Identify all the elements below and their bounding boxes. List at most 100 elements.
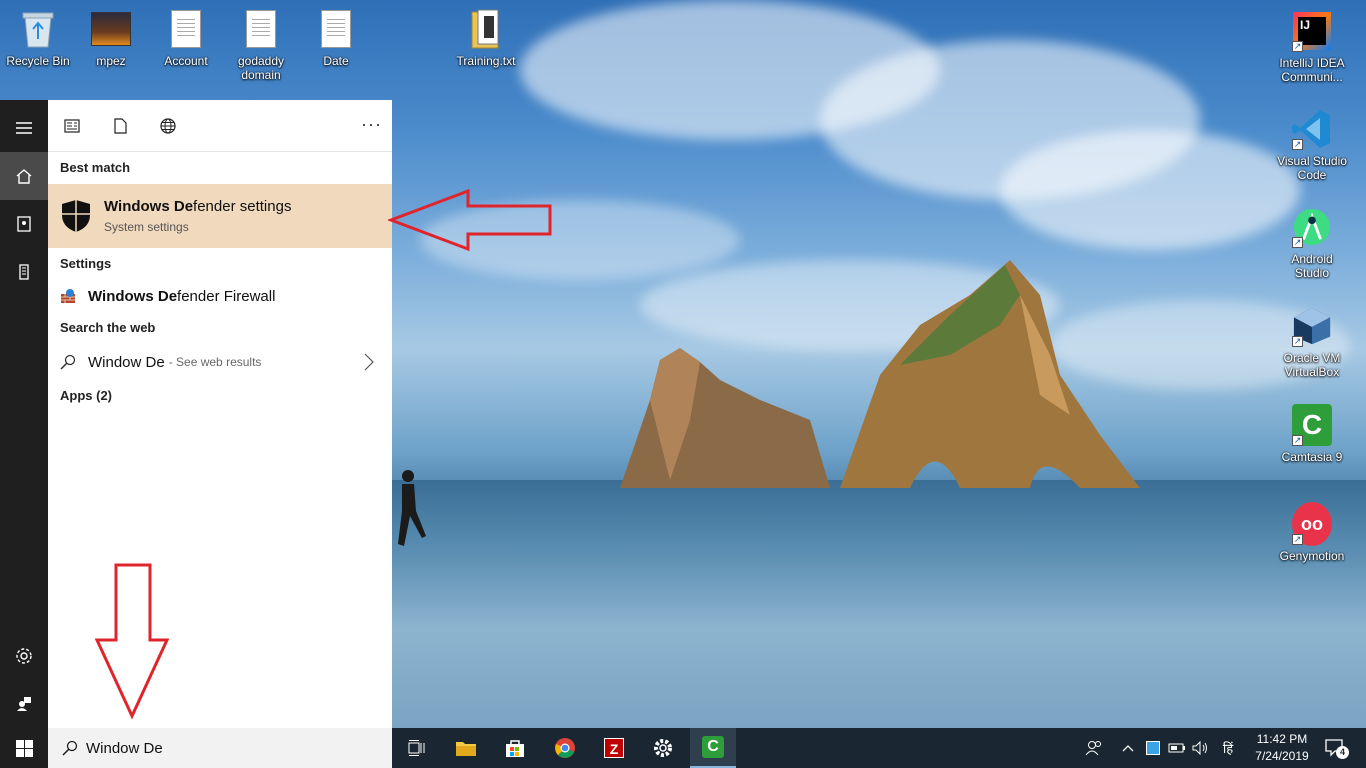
tray-app-button[interactable] — [1142, 728, 1164, 768]
apps-filter-icon — [64, 118, 80, 133]
home-button[interactable] — [0, 152, 48, 200]
battery-icon — [1168, 743, 1185, 753]
annotation-arrow-down — [94, 563, 170, 720]
desktop-icon-intellij[interactable]: IJ ↗ IntelliJ IDEA Communi... — [1274, 10, 1350, 84]
phone-icon — [19, 264, 29, 280]
desktop-icon-label: mpez — [96, 54, 126, 68]
input-language-button[interactable]: हिं — [1216, 728, 1240, 768]
documents-button[interactable] — [0, 200, 48, 248]
more-options-button[interactable]: ··· — [361, 114, 382, 135]
filezilla-button[interactable]: Z — [591, 728, 637, 768]
store-bag-icon — [506, 740, 524, 757]
search-icon — [62, 740, 78, 756]
document-icon — [321, 10, 351, 48]
firewall-title-rest: fender Firewall — [177, 287, 276, 305]
hamburger-icon — [16, 122, 32, 134]
file-explorer-button[interactable] — [443, 728, 489, 768]
apps-filter-button[interactable] — [48, 100, 96, 152]
people-button[interactable] — [1080, 728, 1108, 768]
desktop-icon-label: Oracle VM VirtualBox — [1283, 351, 1341, 379]
desktop-icon-godaddy-domain[interactable]: godaddy domain — [223, 8, 299, 82]
desktop-icon-label: Camtasia 9 — [1281, 450, 1343, 464]
feedback-person-icon — [17, 697, 31, 711]
desktop-icon-mpez[interactable]: mpez — [73, 8, 149, 68]
image-thumbnail-icon — [91, 12, 131, 46]
recycle-bin-icon — [22, 12, 54, 48]
desktop-icon-vscode[interactable]: ↗ Visual Studio Code — [1274, 108, 1350, 182]
desktop-icon-label: Visual Studio Code — [1277, 154, 1347, 182]
document-icon — [171, 10, 201, 48]
settings-result-firewall[interactable]: Windows Defender Firewall — [48, 280, 392, 312]
desktop-icon-recycle-bin[interactable]: Recycle Bin — [0, 8, 76, 68]
desktop-icon-label: Account — [164, 54, 208, 68]
camtasia-taskbar-button[interactable]: C — [690, 728, 736, 768]
desktop-icon-camtasia[interactable]: C ↗ Camtasia 9 — [1274, 404, 1350, 464]
speaker-icon — [1192, 741, 1207, 755]
filezilla-icon: Z — [604, 738, 624, 758]
best-match-item[interactable]: Windows Defender settings System setting… — [48, 184, 392, 248]
web-search-hint: - See web results — [168, 355, 262, 369]
desktop-icon-date[interactable]: Date — [298, 8, 374, 68]
desktop-icon-label: Date — [323, 54, 349, 68]
settings-taskbar-button[interactable] — [640, 728, 686, 768]
task-view-button[interactable] — [394, 728, 440, 768]
document-icon — [246, 10, 276, 48]
desktop-icon-label: godaddy domain — [237, 54, 285, 82]
clock-date: 7/24/2019 — [1255, 749, 1309, 763]
web-search-query: Window De — [88, 353, 165, 371]
notification-count-badge: 4 — [1336, 746, 1349, 759]
section-header-settings: Settings — [60, 256, 112, 271]
task-view-icon — [408, 740, 425, 756]
desktop-icon-virtualbox[interactable]: ↗ Oracle VM VirtualBox — [1274, 305, 1350, 379]
action-center-button[interactable]: 4 — [1320, 728, 1350, 768]
best-match-title-bold: Windows De — [104, 198, 194, 215]
desktop-icon-account[interactable]: Account — [148, 8, 224, 68]
people-icon — [1085, 741, 1101, 756]
windows-logo-icon — [15, 739, 33, 757]
sea-rock-left — [620, 348, 830, 488]
documents-filter-button[interactable] — [96, 100, 144, 152]
desktop-icon-label: Training.txt — [456, 54, 516, 68]
clock[interactable]: 11:42 PM 7/24/2019 — [1246, 731, 1318, 765]
search-filter-bar: ··· — [48, 100, 392, 152]
settings-button[interactable] — [0, 632, 48, 680]
desktop-icon-training[interactable]: Training.txt — [448, 8, 524, 68]
feedback-button[interactable] — [0, 680, 48, 728]
home-icon — [16, 169, 32, 184]
gear-icon — [654, 739, 672, 757]
section-header-search-web: Search the web — [60, 320, 156, 335]
desktop-icon-android-studio[interactable]: ↗ Android Studio — [1274, 206, 1350, 280]
desktop-icon-label: Recycle Bin — [6, 54, 70, 68]
taskbar-search-box[interactable] — [48, 728, 392, 768]
runner-silhouette — [398, 470, 426, 546]
battery-button[interactable] — [1166, 728, 1188, 768]
best-match-subtitle: System settings — [104, 220, 189, 234]
globe-icon — [160, 117, 176, 134]
sea-rock-arch — [840, 260, 1140, 488]
device-button[interactable] — [0, 248, 48, 296]
show-hidden-icons-button[interactable] — [1118, 728, 1138, 768]
shield-icon — [62, 200, 90, 232]
firewall-title-bold: Windows De — [88, 287, 178, 305]
chrome-button[interactable] — [542, 728, 588, 768]
store-button[interactable] — [492, 728, 538, 768]
chevron-right-icon[interactable] — [364, 353, 374, 371]
volume-button[interactable] — [1190, 728, 1212, 768]
web-filter-button[interactable] — [144, 100, 192, 152]
hamburger-menu-button[interactable] — [0, 104, 48, 152]
desktop-icon-label: IntelliJ IDEA Communi... — [1279, 56, 1345, 84]
notebook-icon — [17, 216, 31, 232]
tray-app-icon — [1146, 741, 1160, 755]
start-menu-rail — [0, 100, 48, 728]
web-search-result[interactable]: Window De - See web results — [48, 344, 392, 380]
annotation-arrow-left — [388, 188, 552, 252]
start-button[interactable] — [0, 728, 48, 768]
chrome-icon — [555, 738, 575, 758]
section-header-apps[interactable]: Apps (2) — [48, 380, 392, 412]
section-header-best-match: Best match — [60, 160, 131, 175]
search-input[interactable] — [86, 739, 366, 757]
desktop-icon-label: Android Studio — [1291, 252, 1333, 280]
desktop-icon-genymotion[interactable]: oo ↗ Genymotion — [1274, 502, 1350, 563]
folder-icon — [456, 742, 476, 756]
best-match-title-rest: fender settings — [193, 198, 292, 215]
